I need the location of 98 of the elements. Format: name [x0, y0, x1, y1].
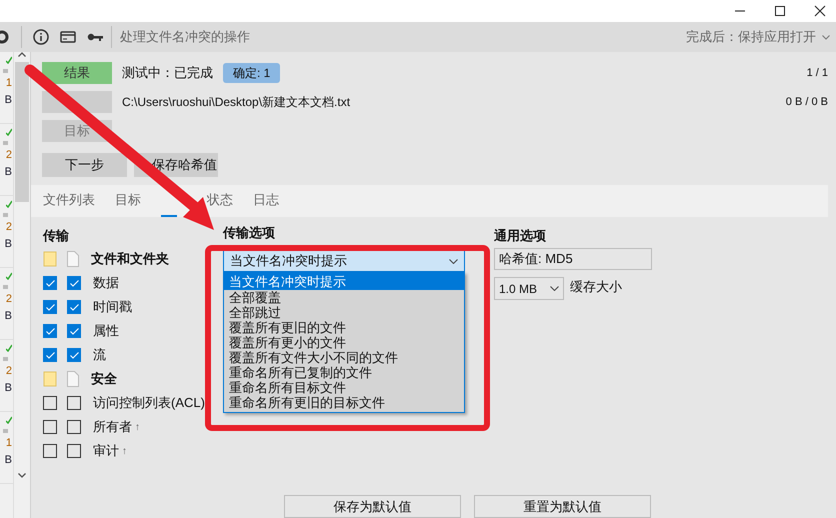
card-icon[interactable]: [60, 30, 76, 44]
checkbox[interactable]: [67, 420, 81, 434]
checkbox[interactable]: [43, 444, 57, 458]
scroll-down-icon[interactable]: [18, 473, 26, 478]
conflict-action-dropdown[interactable]: 当文件名冲突时提示: [223, 250, 465, 272]
check-icon: [46, 304, 54, 310]
caret-icon: [449, 258, 458, 264]
progress-marker: [3, 213, 8, 217]
tab[interactable]: 状态: [207, 184, 233, 217]
group-label: 文件和文件夹: [91, 250, 169, 268]
info-icon[interactable]: [33, 29, 49, 45]
check-icon: [70, 328, 78, 334]
file-icon: [67, 251, 79, 267]
buffer-size-label: 缓存大小: [570, 278, 622, 296]
option-label: 数据: [93, 274, 119, 292]
check-icon: [46, 280, 54, 286]
next-step-button[interactable]: 下一步: [42, 153, 127, 177]
queue-size-unit: B: [4, 381, 12, 396]
buffer-size-dropdown[interactable]: 1.0 MB: [494, 277, 564, 300]
confirm-count-badge: 确定: 1: [223, 63, 280, 83]
option-label: 所有者: [93, 418, 132, 436]
section-heading: 通用选项: [494, 227, 547, 245]
queue-count: 1: [6, 76, 12, 91]
dropdown-option[interactable]: 当文件名冲突时提示: [224, 273, 464, 290]
checkbox[interactable]: [43, 348, 57, 362]
byte-count: 0 B / 0 B: [786, 94, 828, 110]
checkbox[interactable]: [43, 300, 57, 314]
check-icon: [70, 352, 78, 358]
dropdown-option[interactable]: 覆盖所有文件大小不同的文件: [224, 350, 464, 365]
progress-marker: [3, 429, 8, 433]
checkbox[interactable]: [67, 276, 81, 290]
dropdown-option[interactable]: 重命名所有目标文件: [224, 380, 464, 395]
checkbox[interactable]: [67, 396, 81, 410]
test-status: 测试中：已完成: [122, 64, 213, 82]
checkbox[interactable]: [67, 324, 81, 338]
option-label: 访问控制列表(ACL): [93, 394, 205, 412]
dropdown-option[interactable]: 覆盖所有更小的文件: [224, 335, 464, 350]
folder-icon: [43, 251, 57, 267]
checkbox[interactable]: [43, 324, 57, 338]
scroll-up-icon[interactable]: [18, 52, 26, 57]
close-icon[interactable]: [814, 5, 826, 17]
checkbox[interactable]: [43, 396, 57, 410]
reset-default-button[interactable]: 重置为默认值: [474, 495, 651, 518]
queue-size-unit: B: [4, 309, 12, 324]
maximize-icon[interactable]: [774, 5, 786, 17]
queue-count: 2: [6, 364, 12, 379]
queue-size-unit: B: [4, 453, 12, 468]
progress-marker: [3, 69, 8, 73]
checkbox[interactable]: [43, 276, 57, 290]
option-label: 时间戳: [93, 298, 132, 316]
folder-icon: [43, 371, 57, 387]
checkbox[interactable]: [67, 348, 81, 362]
operation-title: 处理文件名冲突的操作: [120, 28, 250, 46]
queue-size-unit: B: [4, 237, 12, 252]
queue-count: 2: [6, 292, 12, 307]
arrow-note: ↑: [122, 444, 127, 458]
key-icon[interactable]: [87, 32, 103, 42]
file-count: 1 / 1: [806, 66, 828, 81]
progress-marker: [3, 285, 8, 289]
tab[interactable]: 日志: [253, 184, 279, 217]
caret-icon: [822, 34, 830, 40]
option-label: 审计: [93, 442, 119, 460]
checkbox[interactable]: [67, 300, 81, 314]
settings-icon[interactable]: [0, 29, 10, 45]
queue-size-unit: B: [4, 165, 12, 180]
dropdown-option[interactable]: 全部覆盖: [224, 290, 464, 305]
checkbox[interactable]: [67, 444, 81, 458]
after-complete-dropdown[interactable]: 完成后：保持应用打开: [686, 27, 830, 47]
save-default-button[interactable]: 保存为默认值: [284, 495, 461, 518]
queue-count: 2: [6, 148, 12, 163]
checkbox[interactable]: [43, 420, 57, 434]
queue-count: 1: [6, 436, 12, 451]
dropdown-option[interactable]: 全部跳过: [224, 305, 464, 320]
option-label: 属性: [93, 322, 119, 340]
progress-marker: [3, 357, 8, 361]
arrow-note: ↑: [135, 420, 140, 434]
section-heading: 传输: [43, 227, 70, 245]
check-icon: [70, 304, 78, 310]
check-icon: [46, 328, 54, 334]
section-heading: 传输选项: [223, 225, 275, 242]
queue-count: 2: [6, 220, 12, 235]
progress-marker: [3, 141, 8, 145]
group-label: 安全: [91, 370, 117, 388]
queue-size-unit: B: [4, 93, 12, 108]
result-button[interactable]: 结果: [42, 62, 112, 84]
dropdown-option[interactable]: 重命名所有已复制的文件: [224, 365, 464, 380]
check-icon: [46, 352, 54, 358]
hash-field[interactable]: 哈希值: MD5: [494, 248, 652, 270]
file-icon: [67, 371, 79, 387]
check-icon: [70, 280, 78, 286]
caret-icon: [550, 286, 559, 291]
dropdown-option[interactable]: 重命名所有更旧的目标文件: [224, 395, 464, 410]
file-path: C:\Users\ruoshui\Desktop\新建文本文档.txt: [122, 94, 350, 111]
scrollbar-thumb[interactable]: [15, 62, 29, 202]
dropdown-option[interactable]: 覆盖所有更旧的文件: [224, 320, 464, 335]
tab[interactable]: 文件列表: [43, 184, 95, 217]
tab[interactable]: 目标: [115, 184, 141, 217]
option-label: 流: [93, 346, 106, 364]
